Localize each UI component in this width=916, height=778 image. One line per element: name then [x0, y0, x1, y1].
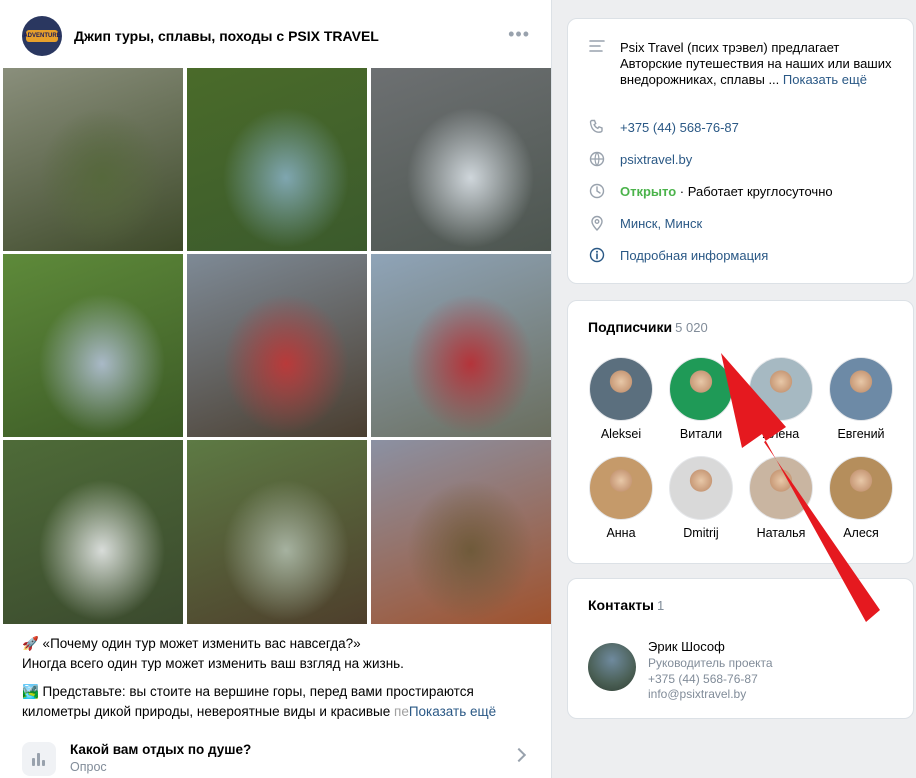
chevron-right-icon — [511, 747, 527, 763]
contacts-count: 1 — [657, 598, 665, 613]
subscriber-avatar[interactable] — [669, 357, 733, 421]
subscriber-item[interactable]: Алеся — [821, 456, 901, 540]
phone-icon — [588, 119, 606, 137]
subscriber-avatar[interactable] — [589, 456, 653, 520]
info-icon — [588, 247, 606, 265]
contact-email: info@psixtravel.by — [648, 687, 747, 701]
location-pin-icon — [588, 215, 606, 233]
subscriber-name: Наталья — [756, 526, 806, 540]
contact-avatar[interactable] — [588, 643, 636, 691]
poll-title: Какой вам отдых по душе? — [70, 742, 252, 757]
text-lines-icon — [588, 39, 606, 57]
post-text: 🚀 «Почему один тур может изменить вас на… — [22, 634, 534, 722]
address-link[interactable]: Минск, Минск — [620, 216, 902, 232]
subscriber-item[interactable]: Анна — [581, 456, 661, 540]
post-text-faded: пе — [394, 704, 409, 719]
subscriber-item[interactable]: Aleksei — [581, 357, 661, 441]
post-text-line: километры дикой природы, невероятные вид… — [22, 702, 534, 722]
subscriber-name: Dmitrij — [683, 526, 719, 540]
show-more-link[interactable]: Показать ещё — [409, 704, 496, 719]
post-text-fragment: километры дикой природы, невероятные вид… — [22, 704, 395, 719]
site-link[interactable]: psixtravel.by — [620, 152, 902, 168]
subscriber-avatar[interactable] — [749, 456, 813, 520]
subscriber-name: Алеся — [843, 526, 879, 540]
contacts-card: Контакты 1 Эрик Шософ Руководитель проект… — [567, 578, 914, 719]
jeep-mountain-photo[interactable] — [371, 254, 551, 437]
photo-grid — [3, 68, 551, 624]
phone-row[interactable]: +375 (44) 568-76-87 — [588, 119, 898, 137]
globe-icon — [588, 151, 606, 169]
subscribers-count: 5 020 — [675, 320, 708, 335]
subscriber-name: Анна — [606, 526, 636, 540]
details-link[interactable]: Подробная информация — [620, 248, 902, 264]
community-name[interactable]: Джип туры, сплавы, походы с PSIX TRAVEL — [74, 28, 379, 44]
phone-number[interactable]: +375 (44) 568-76-87 — [620, 120, 902, 136]
status-open: Открыто — [620, 184, 677, 199]
subscriber-item[interactable]: Dmitrij — [661, 456, 741, 540]
post-text-line: 🚀 «Почему один тур может изменить вас на… — [22, 636, 361, 651]
waterfall-crowd-photo[interactable] — [3, 440, 183, 624]
forest-picnic-photo[interactable] — [3, 254, 183, 437]
swing-flag-photo[interactable] — [187, 440, 367, 624]
post-text-line: Иногда всего один тур может изменить ваш… — [22, 656, 404, 671]
subscribers-card: Подписчики 5 020 Aleksei Витали Алена Евгени… — [567, 300, 914, 564]
hours-row: Открыто · Работает круглосуточно — [588, 183, 898, 201]
contact-phone: +375 (44) 568-76-87 — [648, 672, 758, 686]
waterfall-group-photo[interactable] — [371, 68, 551, 251]
poll-chart-icon — [22, 742, 56, 776]
address-row[interactable]: Минск, Минск — [588, 215, 898, 233]
subscribers-label: Подписчики — [588, 319, 673, 335]
subscriber-avatar[interactable] — [749, 357, 813, 421]
subscriber-name: Витали — [679, 427, 723, 441]
subscribers-title[interactable]: Подписчики 5 020 — [588, 319, 708, 335]
subscriber-item[interactable]: Наталья — [741, 456, 821, 540]
subscriber-avatar[interactable] — [829, 357, 893, 421]
post-header: ADVENTURE Джип туры, сплавы, походы с PS… — [22, 14, 542, 58]
subscriber-avatar[interactable] — [829, 456, 893, 520]
clock-icon — [588, 183, 606, 201]
poll-attachment[interactable]: Какой вам отдых по душе? Опрос — [22, 736, 534, 778]
contact-name[interactable]: Эрик Шософ — [648, 639, 725, 654]
wall-post: ADVENTURE Джип туры, сплавы, походы с PS… — [0, 0, 552, 778]
poll-subtitle: Опрос — [70, 760, 107, 774]
status-hours: · Работает круглосуточно — [676, 184, 833, 199]
description-row: Psix Travel (псих трэвел) предлагает Авт… — [588, 39, 898, 103]
ellipsis-icon[interactable]: ••• — [508, 24, 530, 45]
community-avatar[interactable]: ADVENTURE — [22, 16, 62, 56]
contact-role: Руководитель проекта — [648, 656, 773, 670]
rafting-team-photo[interactable] — [187, 254, 367, 437]
canyon-group-photo[interactable] — [3, 68, 183, 251]
contacts-label: Контакты — [588, 597, 655, 613]
subscriber-item[interactable]: Алена — [741, 357, 821, 441]
subscriber-name: Aleksei — [600, 427, 642, 441]
description-show-more[interactable]: Показать ещё — [783, 72, 867, 87]
subscriber-avatar[interactable] — [669, 456, 733, 520]
subscriber-item[interactable]: Витали — [661, 357, 741, 441]
river-bathing-photo[interactable] — [187, 68, 367, 251]
contacts-title[interactable]: Контакты 1 — [588, 597, 664, 613]
post-text-line: 🏞️ Представьте: вы стоите на вершине гор… — [22, 684, 474, 699]
subscriber-name: Алена — [762, 427, 800, 441]
details-row[interactable]: Подробная информация — [588, 247, 898, 265]
community-info-card: Psix Travel (псих трэвел) предлагает Авт… — [567, 18, 914, 284]
subscriber-item[interactable]: Евгений — [821, 357, 901, 441]
site-row[interactable]: psixtravel.by — [588, 151, 898, 169]
avatar-logo-text: ADVENTURE — [23, 33, 61, 39]
subscriber-name: Евгений — [837, 427, 885, 441]
mountain-barbecue-photo[interactable] — [371, 440, 551, 624]
subscriber-avatar[interactable] — [589, 357, 653, 421]
